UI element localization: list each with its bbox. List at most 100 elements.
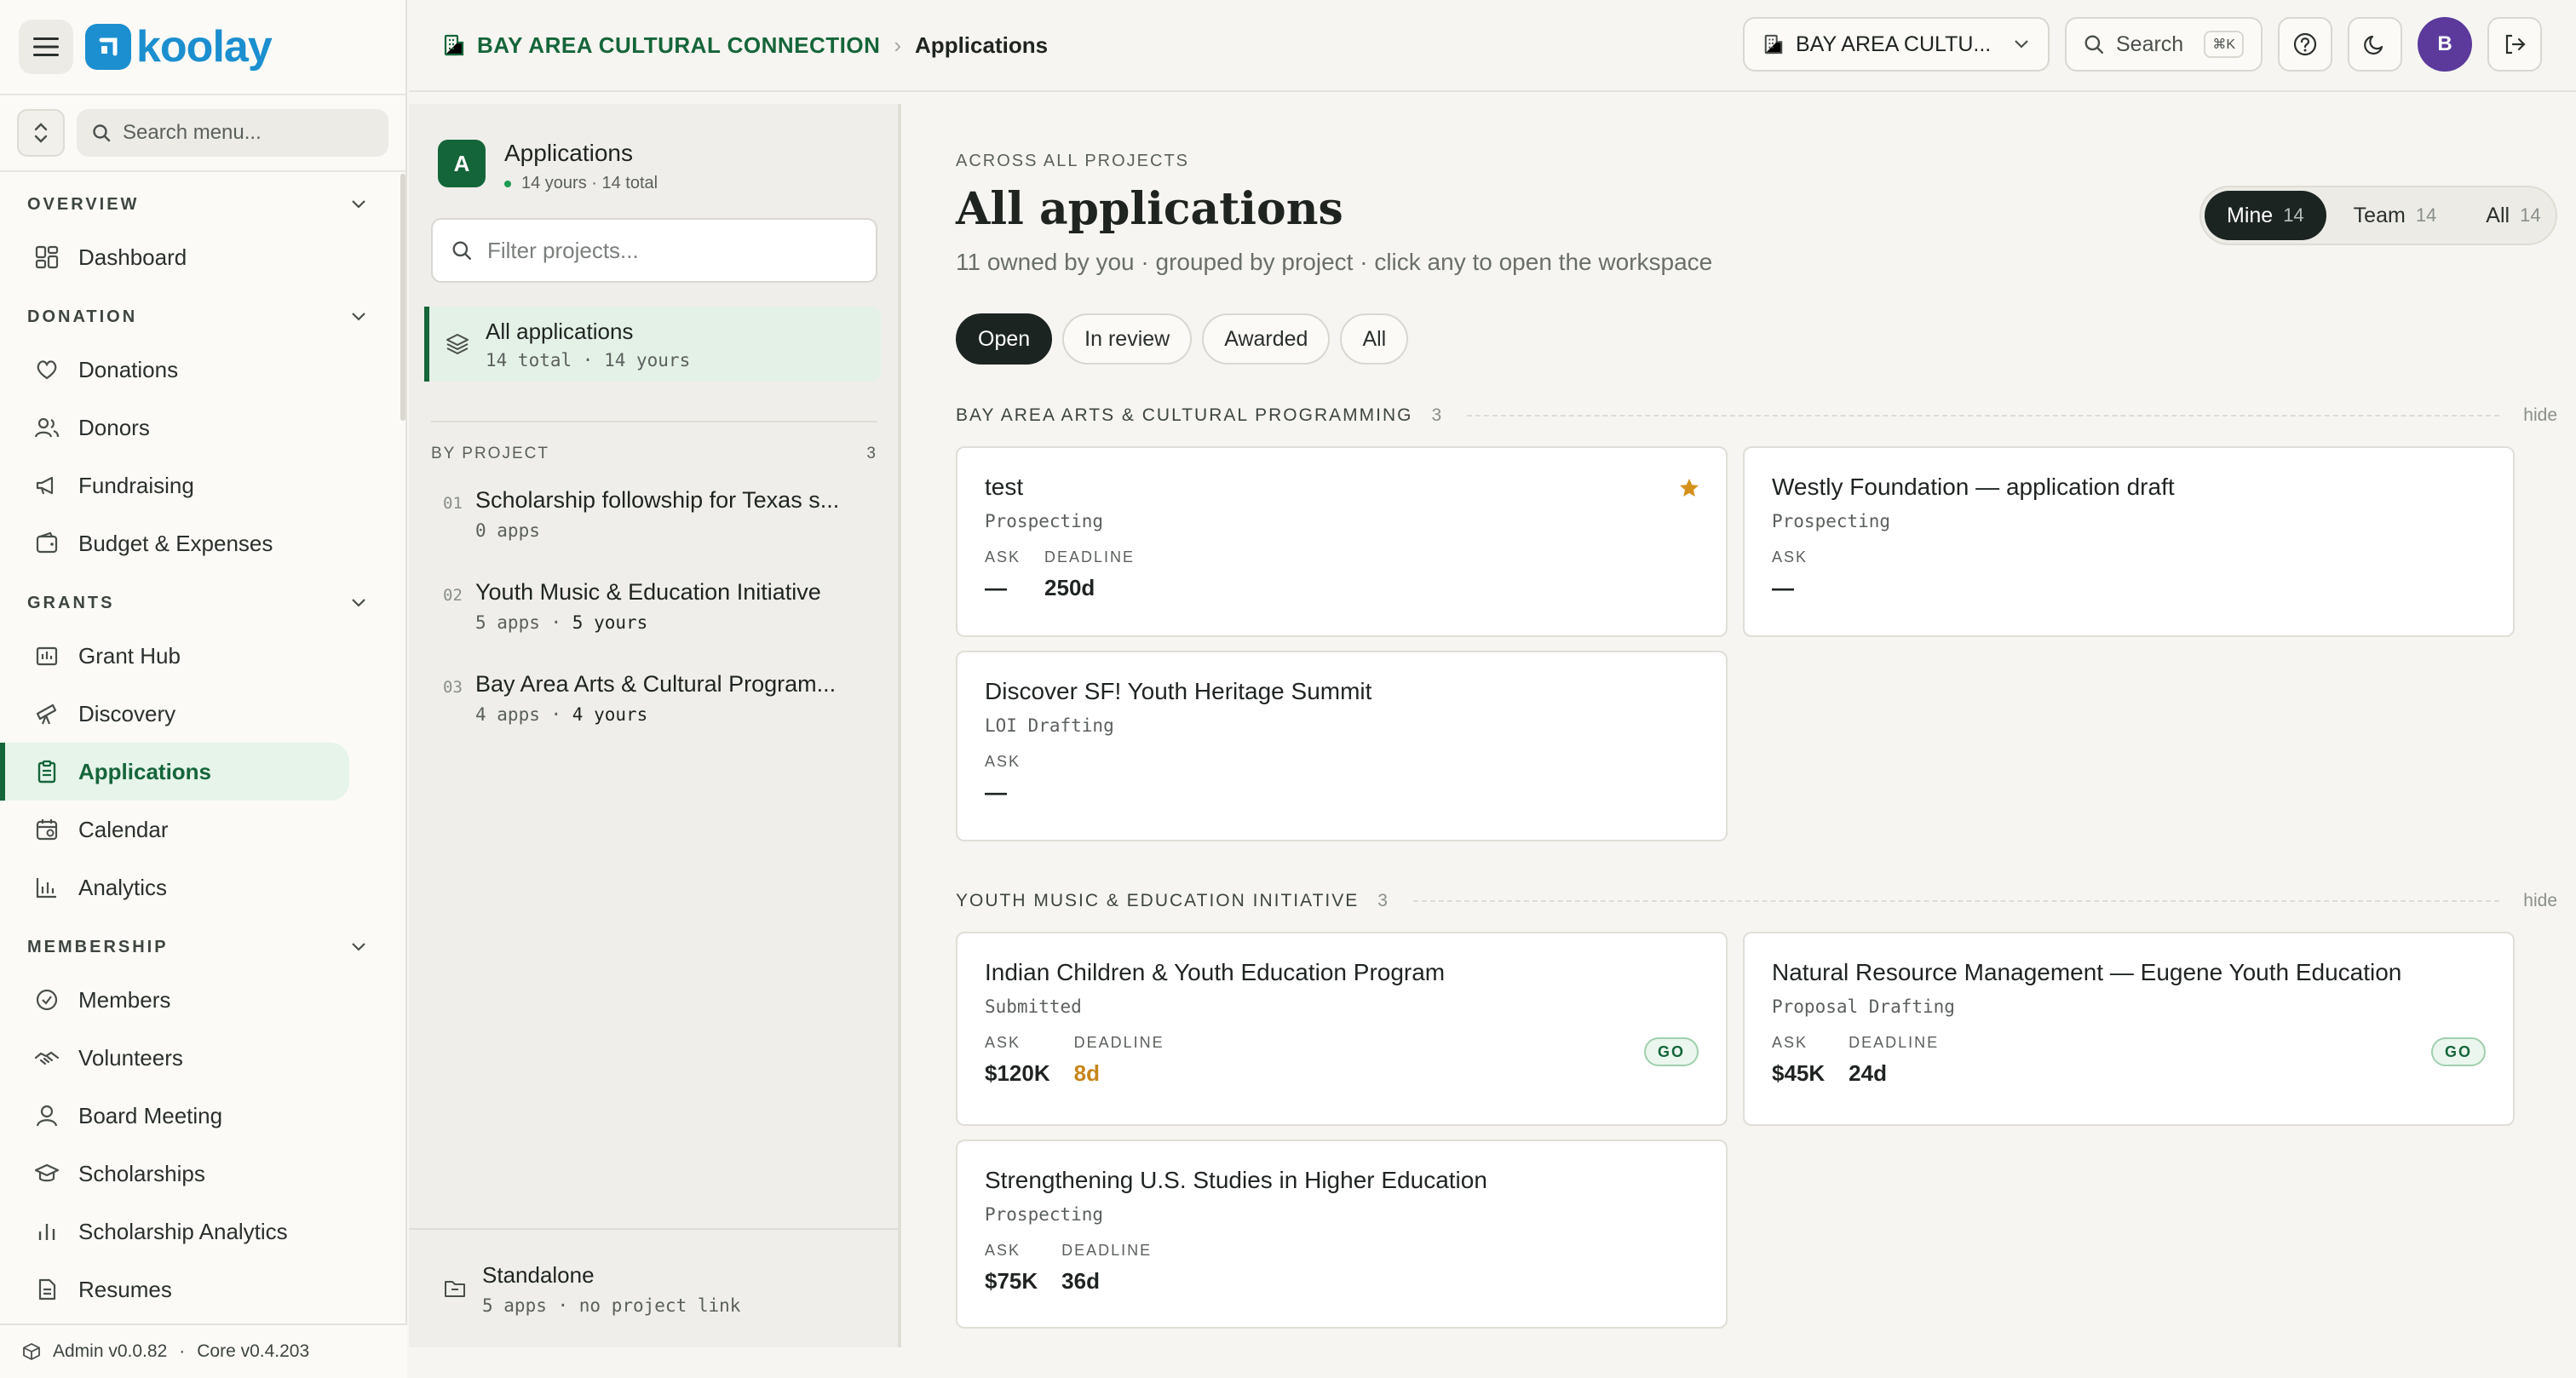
- application-card[interactable]: Strengthening U.S. Studies in Higher Edu…: [956, 1140, 1728, 1329]
- sidebar-item-label: Scholarships: [78, 1160, 205, 1186]
- deadline-value: 8d: [1073, 1060, 1100, 1086]
- scope-all-button[interactable]: All 14: [2464, 191, 2562, 240]
- building-icon: [444, 34, 464, 56]
- sidebar-item-applications[interactable]: Applications: [0, 743, 349, 801]
- group-count: 3: [1431, 405, 1444, 425]
- project-item[interactable]: 01 Scholarship followship for Texas s...…: [409, 470, 898, 562]
- scope-toggle: Mine 14 Team 14 All 14: [2199, 186, 2557, 245]
- sidebar-item-volunteers[interactable]: Volunteers: [0, 1029, 349, 1087]
- all-applications-item[interactable]: All applications 14 total · 14 yours: [424, 307, 881, 382]
- project-item[interactable]: 03 Bay Area Arts & Cultural Program... 4…: [409, 654, 898, 746]
- help-icon: [2293, 32, 2317, 56]
- menu-search-input[interactable]: Search menu...: [77, 109, 388, 157]
- section-overview[interactable]: OVERVIEW: [0, 181, 400, 228]
- star-icon[interactable]: [1678, 477, 1700, 499]
- application-cards: test Prospecting ASK — DEADLINE 250d Westl…: [956, 446, 2557, 841]
- application-cards: Indian Children & Youth Education Progra…: [956, 932, 2557, 1329]
- breadcrumb-separator: ›: [894, 32, 902, 58]
- filter-open-chip[interactable]: Open: [956, 313, 1053, 365]
- sidebar-item-calendar[interactable]: Calendar: [0, 801, 349, 858]
- sidebar-item-donors[interactable]: Donors: [0, 399, 349, 456]
- group-hide-link[interactable]: hide: [2523, 405, 2557, 426]
- moon-icon: [2364, 35, 2383, 55]
- sidebar-item-dashboard[interactable]: Dashboard: [0, 228, 349, 286]
- scope-label: Team: [2353, 203, 2406, 227]
- wallet-icon: [32, 529, 61, 558]
- page-eyebrow: ACROSS ALL PROJECTS: [956, 152, 1189, 170]
- menu-search-placeholder: Search menu...: [123, 121, 262, 144]
- breadcrumb-org[interactable]: BAY AREA CULTURAL CONNECTION: [477, 32, 880, 59]
- project-yours-count: 5 yours: [572, 612, 648, 633]
- application-card[interactable]: test Prospecting ASK — DEADLINE 250d: [956, 446, 1728, 637]
- projects-panel-header: A Applications 14 yours · 14 total: [409, 104, 898, 203]
- scope-mine-button[interactable]: Mine 14: [2205, 191, 2326, 240]
- application-card[interactable]: Natural Resource Management — Eugene You…: [1743, 932, 2515, 1126]
- project-number: 02: [443, 586, 463, 605]
- application-card[interactable]: Westly Foundation — application draft Pr…: [1743, 446, 2515, 637]
- folder-icon: [445, 1281, 465, 1297]
- global-search-button[interactable]: Search ⌘K: [2065, 17, 2263, 72]
- card-status: Prospecting: [985, 1204, 1104, 1225]
- breadcrumb-current-page: Applications: [915, 32, 1049, 58]
- theme-toggle-button[interactable]: [2348, 17, 2402, 72]
- ask-value: $75K: [985, 1268, 1038, 1294]
- go-badge: GO: [2430, 1037, 2486, 1066]
- group-header: YOUTH MUSIC & EDUCATION INITIATIVE 3 hid…: [956, 891, 2557, 911]
- application-card[interactable]: Discover SF! Youth Heritage Summit LOI D…: [956, 651, 1728, 841]
- check-circle-icon: [32, 985, 61, 1014]
- sidebar-item-donations[interactable]: Donations: [0, 341, 349, 399]
- sidebar-item-discovery[interactable]: Discovery: [0, 685, 349, 743]
- org-selector-dropdown[interactable]: BAY AREA CULTU...: [1743, 17, 2050, 72]
- help-button[interactable]: [2278, 17, 2332, 72]
- version-footer: Admin v0.0.82 · Core v0.4.203: [0, 1323, 407, 1378]
- group-hide-link[interactable]: hide: [2523, 891, 2557, 911]
- sidebar-item-label: Fundraising: [78, 472, 194, 498]
- expand-collapse-button[interactable]: [17, 109, 65, 157]
- standalone-label: Standalone: [482, 1261, 595, 1288]
- chevron-down-icon: [2015, 40, 2028, 49]
- deadline-label: DEADLINE: [1044, 548, 1136, 566]
- filter-awarded-chip[interactable]: Awarded: [1202, 313, 1331, 365]
- section-label: GRANTS: [27, 593, 115, 612]
- sidebar-item-scholarship-analytics[interactable]: Scholarship Analytics: [0, 1203, 349, 1260]
- search-label: Search: [2116, 32, 2184, 56]
- group-name: BAY AREA ARTS & CULTURAL PROGRAMMING: [956, 405, 1413, 425]
- deadline-value: 36d: [1061, 1268, 1100, 1294]
- sidebar-item-budget-expenses[interactable]: Budget & Expenses: [0, 514, 349, 572]
- sidebar-item-label: Budget & Expenses: [78, 530, 273, 556]
- hamburger-icon: [33, 37, 59, 56]
- hamburger-menu-button[interactable]: [19, 20, 73, 74]
- sidebar-item-scholarships[interactable]: Scholarships: [0, 1145, 349, 1203]
- ask-label: ASK: [1772, 548, 1808, 566]
- logout-button[interactable]: [2487, 17, 2542, 72]
- brand-logo[interactable]: koolay: [85, 21, 273, 72]
- card-status: Submitted: [985, 996, 1082, 1017]
- section-grants[interactable]: GRANTS: [0, 579, 400, 627]
- standalone-item[interactable]: Standalone 5 apps · no project link: [409, 1228, 898, 1347]
- sidebar-item-label: Donors: [78, 414, 150, 440]
- filter-all-chip[interactable]: All: [1340, 313, 1409, 365]
- sidebar-item-analytics[interactable]: Analytics: [0, 858, 349, 916]
- sidebar-item-resumes[interactable]: Resumes: [0, 1260, 349, 1318]
- scope-team-button[interactable]: Team 14: [2332, 191, 2459, 240]
- user-avatar[interactable]: B: [2418, 17, 2472, 72]
- application-card[interactable]: Indian Children & Youth Education Progra…: [956, 932, 1728, 1126]
- filter-in-review-chip[interactable]: In review: [1062, 313, 1193, 365]
- filter-projects-input[interactable]: Filter projects...: [431, 218, 877, 283]
- section-donation[interactable]: DONATION: [0, 293, 400, 341]
- org-selector-value: BAY AREA CULTU...: [1796, 32, 1992, 56]
- projects-panel-title: Applications: [504, 140, 633, 166]
- sidebar-item-fundraising[interactable]: Fundraising: [0, 456, 349, 514]
- group-divider: [1412, 900, 2500, 902]
- project-item[interactable]: 02 Youth Music & Education Initiative 5 …: [409, 562, 898, 654]
- sidebar-scrollbar[interactable]: [400, 174, 405, 421]
- sidebar-item-members[interactable]: Members: [0, 971, 349, 1029]
- sidebar-item-label: Volunteers: [78, 1044, 183, 1071]
- sidebar-item-grant-hub[interactable]: Grant Hub: [0, 627, 349, 685]
- section-membership[interactable]: MEMBERSHIP: [0, 923, 400, 971]
- sidebar-item-board-meeting[interactable]: Board Meeting: [0, 1087, 349, 1145]
- project-app-count: 5 apps: [475, 612, 540, 633]
- ask-value: —: [1772, 575, 1794, 600]
- go-badge: GO: [1643, 1037, 1699, 1066]
- graduation-cap-icon: [32, 1159, 61, 1188]
